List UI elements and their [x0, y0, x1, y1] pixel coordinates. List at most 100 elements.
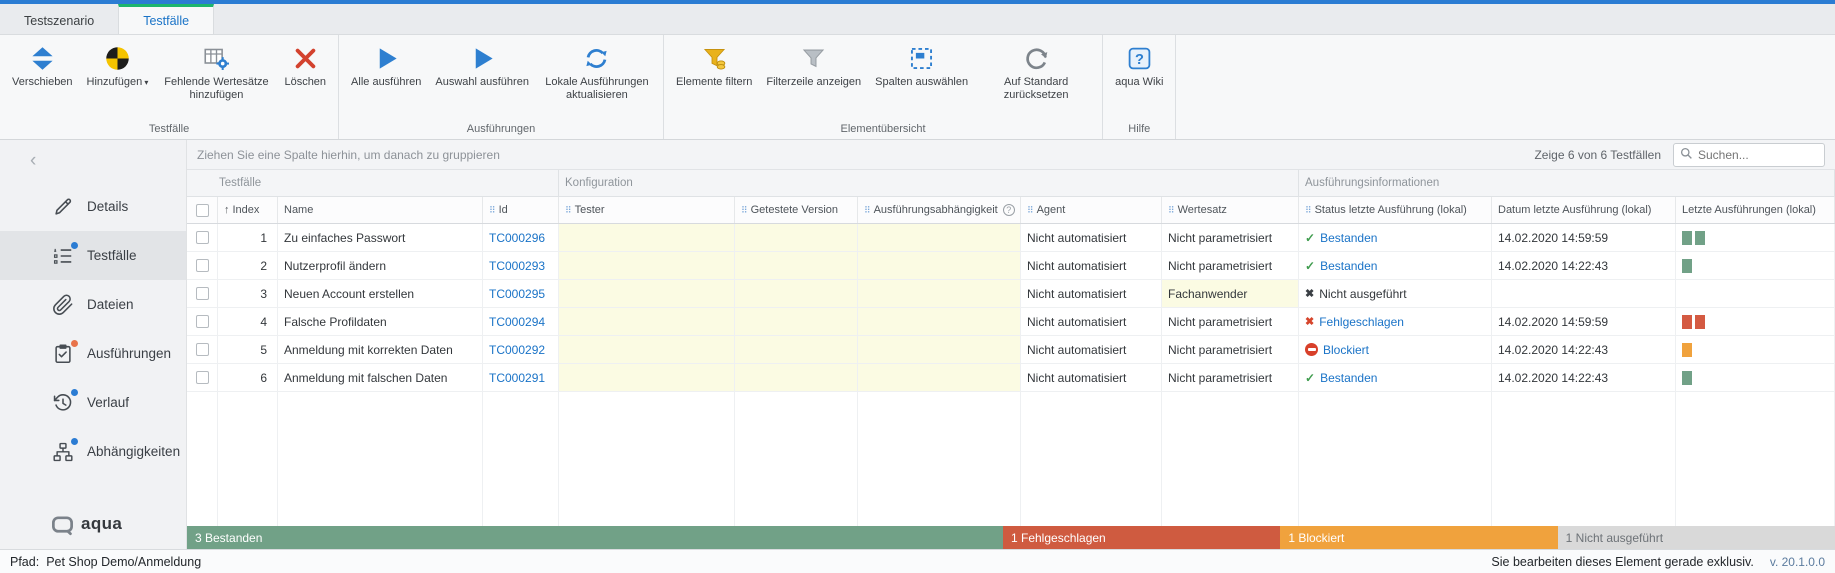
auswahl-ausf-hren-button[interactable]: Auswahl ausführen	[428, 36, 536, 89]
sidebar-item-details[interactable]: Details	[0, 182, 186, 231]
column-header-tester[interactable]: ⠿Tester	[559, 197, 735, 223]
testcase-id-link[interactable]: TC000293	[489, 259, 545, 273]
table-row[interactable]: 1Zu einfaches PasswortTC000296Nicht auto…	[187, 224, 1835, 252]
cell-tester[interactable]	[559, 308, 735, 335]
cell-dependency[interactable]	[858, 224, 1021, 251]
cell-version[interactable]	[735, 280, 858, 307]
row-checkbox[interactable]	[196, 259, 209, 272]
cell-tester[interactable]	[559, 280, 735, 307]
row-checkbox[interactable]	[196, 315, 209, 328]
elemente-filtern-button[interactable]: Elemente filtern	[669, 36, 759, 89]
testcase-id-link[interactable]: TC000294	[489, 315, 545, 329]
cell-version[interactable]	[735, 364, 858, 391]
spalten-ausw-hlen-button[interactable]: Spalten auswählen	[868, 36, 975, 89]
table-row[interactable]: 5Anmeldung mit korrekten DatenTC000292Ni…	[187, 336, 1835, 364]
cell-tester[interactable]	[559, 252, 735, 279]
column-header-datum-letzte-ausf-hrung-lokal[interactable]: Datum letzte Ausführung (lokal)	[1492, 197, 1676, 223]
table-row[interactable]: 3Neuen Account erstellenTC000295Nicht au…	[187, 280, 1835, 308]
cell-version[interactable]	[735, 224, 858, 251]
auf-standard-zur-cksetzen-button[interactable]: Auf Standard zurücksetzen	[975, 36, 1097, 102]
cell-tester[interactable]	[559, 364, 735, 391]
cell-dependency[interactable]	[858, 280, 1021, 307]
column-header-getestete-version[interactable]: ⠿Getestete Version	[735, 197, 858, 223]
column-header-ausf-hrungsabh-ngigkeit[interactable]: ⠿Ausführungsabhängigkeit?	[858, 197, 1021, 223]
history-square-green	[1682, 231, 1692, 245]
filler-cell	[1676, 392, 1835, 526]
cell-datum: 14.02.2020 14:22:43	[1492, 252, 1676, 279]
status-label[interactable]: Bestanden	[1320, 371, 1377, 385]
cell-dependency[interactable]	[858, 336, 1021, 363]
tab-strip: TestszenarioTestfälle	[0, 4, 1835, 35]
table-row[interactable]: 4Falsche ProfildatenTC000294Nicht automa…	[187, 308, 1835, 336]
table-row[interactable]: 2Nutzerprofil ändernTC000293Nicht automa…	[187, 252, 1835, 280]
ribbon-group-label: Ausführungen	[344, 122, 658, 139]
cell-version[interactable]	[735, 308, 858, 335]
sidebar-item-ausf-hrungen[interactable]: Ausführungen	[0, 329, 186, 378]
row-checkbox[interactable]	[196, 231, 209, 244]
testcase-id-link[interactable]: TC000292	[489, 343, 545, 357]
sidebar-item-dateien[interactable]: Dateien	[0, 280, 186, 329]
cell-dependency[interactable]	[858, 252, 1021, 279]
cell-tester[interactable]	[559, 336, 735, 363]
verschieben-button[interactable]: Verschieben	[5, 36, 80, 89]
column-header-status-letzte-ausf-hrung-lokal[interactable]: ⠿Status letzte Ausführung (lokal)	[1299, 197, 1492, 223]
alle-ausf-hren-button[interactable]: Alle ausführen	[344, 36, 428, 89]
row-checkbox[interactable]	[196, 343, 209, 356]
cell-tester[interactable]	[559, 224, 735, 251]
version-label: v. 20.1.0.0	[1770, 555, 1825, 569]
search-input[interactable]	[1698, 148, 1818, 162]
column-header-label: Datum letzte Ausführung (lokal)	[1498, 204, 1651, 216]
column-header-id[interactable]: ⠿Id	[483, 197, 559, 223]
select-all-cell	[187, 197, 218, 223]
table-row[interactable]: 6Anmeldung mit falschen DatenTC000291Nic…	[187, 364, 1835, 392]
reset-icon	[1023, 42, 1050, 74]
svg-text:?: ?	[1135, 51, 1144, 67]
column-header-index[interactable]: ↑Index	[218, 197, 278, 223]
column-header-agent[interactable]: ⠿Agent	[1021, 197, 1162, 223]
status-label[interactable]: Bestanden	[1320, 231, 1377, 245]
status-label[interactable]: Bestanden	[1320, 259, 1377, 273]
window-body: ‹ DetailsTestfälleDateienAusführungenVer…	[0, 140, 1835, 549]
column-header-name[interactable]: Name	[278, 197, 483, 223]
row-checkbox[interactable]	[196, 371, 209, 384]
lokale-ausf-hrungen-aktualisieren-button[interactable]: Lokale Ausführungen aktualisieren	[536, 36, 658, 102]
cell-name: Neuen Account erstellen	[278, 280, 483, 307]
aqua-logo-icon	[50, 513, 72, 535]
hinzuf-gen-button[interactable]: Hinzufügen ▾	[80, 36, 156, 89]
sidebar-item-verlauf[interactable]: Verlauf	[0, 378, 186, 427]
l-schen-button[interactable]: Löschen	[277, 36, 333, 89]
cell-dependency[interactable]	[858, 308, 1021, 335]
status-label[interactable]: Blockiert	[1323, 343, 1369, 357]
cell-dependency[interactable]	[858, 364, 1021, 391]
filterzeile-anzeigen-button[interactable]: Filterzeile anzeigen	[759, 36, 868, 89]
cell-status: Blockiert	[1299, 336, 1492, 363]
filler-cell	[483, 392, 559, 526]
testcase-id-link[interactable]: TC000291	[489, 371, 545, 385]
select-columns-icon	[908, 42, 935, 74]
cell-index: 3	[218, 280, 278, 307]
cell-version[interactable]	[735, 336, 858, 363]
summary-blocked: 1 Blockiert	[1280, 526, 1557, 549]
column-header-letzte-ausf-hrungen-lokal[interactable]: Letzte Ausführungen (lokal)	[1676, 197, 1835, 223]
row-checkbox-cell	[187, 364, 218, 391]
tab-testszenario[interactable]: Testszenario	[0, 4, 118, 34]
fehlende-wertes-tze-hinzuf-gen-button[interactable]: Fehlende Wertesätze hinzufügen	[155, 36, 277, 102]
sidebar-collapse-button[interactable]: ‹	[0, 140, 186, 182]
executions-icon	[52, 343, 74, 365]
testcase-id-link[interactable]: TC000296	[489, 231, 545, 245]
testcase-id-link[interactable]: TC000295	[489, 287, 545, 301]
ribbon-toolbar: VerschiebenHinzufügen ▾Fehlende Wertesät…	[0, 35, 1835, 140]
cell-name: Anmeldung mit korrekten Daten	[278, 336, 483, 363]
select-all-checkbox[interactable]	[196, 204, 209, 217]
cell-id: TC000293	[483, 252, 559, 279]
aqua-wiki-button[interactable]: ?aqua Wiki	[1108, 36, 1170, 89]
search-box[interactable]	[1673, 143, 1825, 167]
cell-name: Anmeldung mit falschen Daten	[278, 364, 483, 391]
sidebar-item-abh-ngigkeiten[interactable]: Abhängigkeiten	[0, 427, 186, 476]
tab-testf-lle[interactable]: Testfälle	[118, 4, 214, 34]
sidebar-item-testf-lle[interactable]: Testfälle	[0, 231, 186, 280]
status-label[interactable]: Fehlgeschlagen	[1319, 315, 1404, 329]
column-header-wertesatz[interactable]: ⠿Wertesatz	[1162, 197, 1299, 223]
cell-version[interactable]	[735, 252, 858, 279]
row-checkbox[interactable]	[196, 287, 209, 300]
